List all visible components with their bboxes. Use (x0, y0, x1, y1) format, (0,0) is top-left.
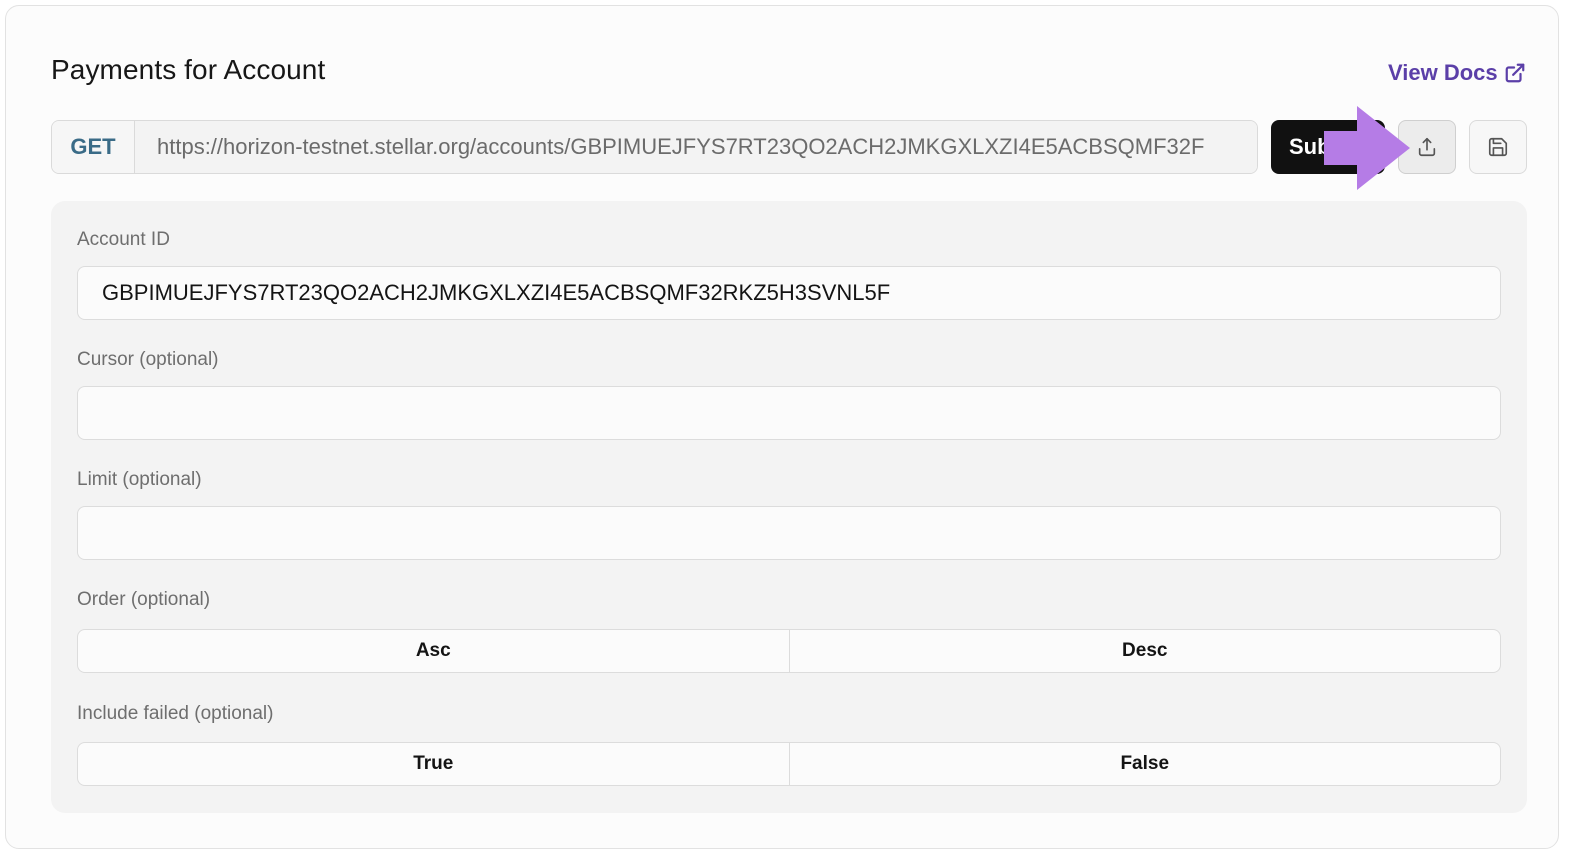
limit-label: Limit (optional) (77, 469, 202, 490)
save-button[interactable] (1469, 120, 1527, 174)
limit-input[interactable] (77, 506, 1501, 560)
request-url-bar: GET (51, 120, 1258, 174)
share-upload-icon (1418, 137, 1436, 157)
submit-button[interactable]: Sub (1271, 120, 1385, 174)
include-failed-false-option[interactable]: False (788, 743, 1501, 785)
request-form-panel: Account ID Cursor (optional) Limit (opti… (51, 201, 1527, 813)
share-button[interactable] (1398, 120, 1456, 174)
cursor-input[interactable] (77, 386, 1501, 440)
order-toggle: Asc Desc (77, 629, 1501, 673)
include-failed-toggle: True False (77, 742, 1501, 786)
account-id-input[interactable] (77, 266, 1501, 320)
order-label: Order (optional) (77, 589, 211, 610)
order-desc-option[interactable]: Desc (788, 630, 1501, 672)
cursor-label: Cursor (optional) (77, 349, 219, 370)
view-docs-label: View Docs (1388, 60, 1498, 85)
http-method-badge: GET (52, 121, 135, 173)
include-failed-true-option[interactable]: True (78, 743, 789, 785)
include-failed-label: Include failed (optional) (77, 703, 274, 724)
endpoint-card: Payments for Account View Docs GET Sub A… (5, 5, 1559, 849)
save-floppy-icon (1488, 137, 1508, 157)
page-title: Payments for Account (51, 54, 326, 85)
order-asc-option[interactable]: Asc (78, 630, 789, 672)
request-url-input[interactable] (135, 121, 1257, 173)
external-link-icon (1505, 63, 1525, 83)
account-id-label: Account ID (77, 229, 170, 250)
view-docs-link[interactable]: View Docs (1388, 60, 1526, 86)
